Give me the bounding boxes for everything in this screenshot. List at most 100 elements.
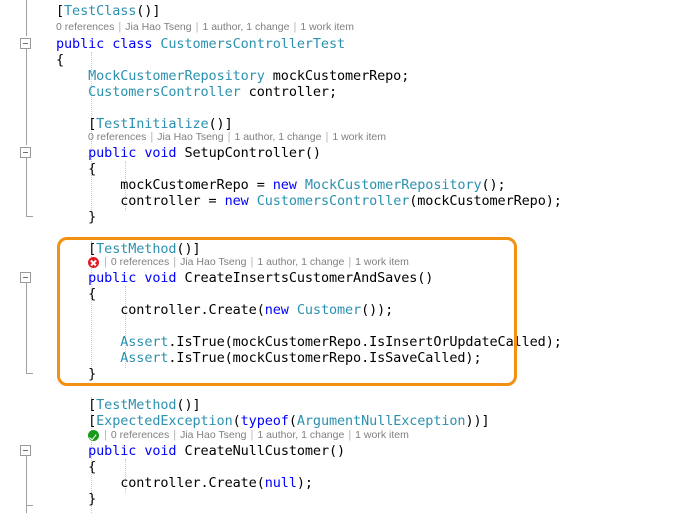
code-token-pln: [ xyxy=(56,116,97,132)
code-token-pln: ()] xyxy=(208,116,233,132)
codelens-work-items[interactable]: 1 work item xyxy=(355,256,409,269)
code-token-kw: new xyxy=(272,177,297,193)
code-line[interactable]: } xyxy=(56,209,96,225)
codelens-row[interactable]: | 0 references | Jia Hao Tseng | 1 author, 1 … xyxy=(88,429,409,442)
code-token-pln xyxy=(56,334,120,350)
codelens-author[interactable]: Jia Hao Tseng xyxy=(180,256,246,269)
code-token-pln: CreateNullCustomer() xyxy=(176,443,346,459)
code-token-pln xyxy=(104,36,112,52)
test-passed-icon[interactable] xyxy=(88,430,99,441)
code-line[interactable]: [ExpectedException(typeof(ArgumentNullEx… xyxy=(56,413,490,429)
code-token-pln: { xyxy=(56,52,65,68)
code-token-kw: new xyxy=(224,193,249,209)
code-token-pln xyxy=(249,193,257,209)
code-token-pln: controller = xyxy=(56,193,225,209)
codelens-references[interactable]: 0 references xyxy=(56,21,114,34)
codelens-author[interactable]: Jia Hao Tseng xyxy=(157,131,223,144)
code-token-kw: new xyxy=(264,302,289,318)
code-line[interactable]: public void CreateNullCustomer() xyxy=(56,443,345,459)
codelens-work-items[interactable]: 1 work item xyxy=(300,21,354,34)
code-line[interactable]: MockCustomerRepository mockCustomerRepo; xyxy=(56,68,409,84)
codelens-changes[interactable]: 1 author, 1 change xyxy=(202,21,289,34)
code-token-pln xyxy=(56,270,88,286)
code-token-pln xyxy=(56,68,88,84)
code-token-pln: CreateInsertsCustomerAndSaves() xyxy=(176,270,434,286)
code-token-type: CustomersControllerTest xyxy=(160,36,346,52)
codelens-separator: | xyxy=(104,256,107,268)
codelens-separator: | xyxy=(293,21,297,33)
codelens-row[interactable]: | 0 references | Jia Hao Tseng | 1 author, 1 … xyxy=(88,256,409,269)
code-token-pln: ))] xyxy=(465,413,490,429)
codelens-author[interactable]: Jia Hao Tseng xyxy=(125,21,191,34)
code-line[interactable]: [TestInitialize()] xyxy=(56,116,233,132)
code-token-type: MockCustomerRepository xyxy=(88,68,265,84)
code-line[interactable]: } xyxy=(56,366,96,382)
code-token-pln: ( xyxy=(288,413,297,429)
code-token-pln: ()] xyxy=(136,3,161,19)
code-token-type: ArgumentNullException xyxy=(296,413,466,429)
code-line[interactable]: controller.Create(new Customer()); xyxy=(56,302,393,318)
codelens-row[interactable]: 0 references | Jia Hao Tseng | 1 author, 1 c… xyxy=(88,131,386,144)
codelens-separator: | xyxy=(173,429,177,441)
code-line[interactable]: mockCustomerRepo = new MockCustomerRepos… xyxy=(56,177,505,193)
code-line[interactable]: Assert.IsTrue(mockCustomerRepo.IsSaveCal… xyxy=(56,350,482,366)
code-line[interactable]: CustomersController controller; xyxy=(56,84,337,100)
code-token-pln: ( xyxy=(232,413,241,429)
code-token-pln: [ xyxy=(56,3,65,19)
code-token-pln xyxy=(56,443,88,459)
code-token-kw: void xyxy=(144,443,177,459)
codelens-references[interactable]: 0 references xyxy=(111,429,169,442)
code-token-kw: typeof xyxy=(240,413,289,429)
code-token-type: TestMethod xyxy=(96,241,177,257)
code-token-pln: { xyxy=(56,459,97,475)
codelens-changes[interactable]: 1 author, 1 change xyxy=(257,429,344,442)
code-token-pln xyxy=(56,145,88,161)
code-line[interactable]: { xyxy=(56,52,64,68)
code-line[interactable]: [TestMethod()] xyxy=(56,397,201,413)
test-failed-icon[interactable] xyxy=(88,257,99,268)
code-token-pln: mockCustomerRepo; xyxy=(264,68,410,84)
codelens-separator: | xyxy=(173,256,177,268)
code-token-type: ExpectedException xyxy=(96,413,233,429)
code-token-kw: class xyxy=(112,36,153,52)
code-line[interactable]: { xyxy=(56,161,96,177)
codelens-changes[interactable]: 1 author, 1 change xyxy=(257,256,344,269)
code-line[interactable]: public void SetupController() xyxy=(56,145,321,161)
code-token-pln: ()); xyxy=(361,302,394,318)
code-token-pln: [ xyxy=(56,413,97,429)
code-token-pln xyxy=(297,177,305,193)
code-token-type: TestMethod xyxy=(96,397,177,413)
code-token-pln: [ xyxy=(56,397,97,413)
codelens-row[interactable]: 0 references | Jia Hao Tseng | 1 author, 1 c… xyxy=(56,21,354,34)
code-token-pln: { xyxy=(56,161,97,177)
code-token-pln xyxy=(289,302,297,318)
codelens-changes[interactable]: 1 author, 1 change xyxy=(234,131,321,144)
codelens-separator: | xyxy=(104,429,107,441)
code-line[interactable]: [TestMethod()] xyxy=(56,241,201,257)
codelens-author[interactable]: Jia Hao Tseng xyxy=(180,429,246,442)
codelens-work-items[interactable]: 1 work item xyxy=(332,131,386,144)
code-line[interactable]: controller = new CustomersController(moc… xyxy=(56,193,562,209)
code-token-pln: controller.Create( xyxy=(56,302,265,318)
code-line[interactable]: Assert.IsTrue(mockCustomerRepo.IsInsertO… xyxy=(56,334,562,350)
code-token-kw: public xyxy=(88,443,137,459)
code-token-pln: .IsTrue(mockCustomerRepo.IsSaveCalled); xyxy=(168,350,482,366)
code-line[interactable]: public class CustomersControllerTest xyxy=(56,36,345,52)
codelens-references[interactable]: 0 references xyxy=(88,131,146,144)
code-line[interactable]: { xyxy=(56,459,96,475)
code-line[interactable]: controller.Create(null); xyxy=(56,475,313,491)
code-line[interactable]: } xyxy=(56,491,96,507)
code-token-pln: } xyxy=(56,366,97,382)
codelens-references[interactable]: 0 references xyxy=(111,256,169,269)
code-editor[interactable]: [TestClass()] public class CustomersContr… xyxy=(0,0,698,513)
code-line[interactable]: { xyxy=(56,286,96,302)
code-line[interactable]: public void CreateInsertsCustomerAndSave… xyxy=(56,270,433,286)
code-line[interactable]: [TestClass()] xyxy=(56,3,160,19)
code-token-type: Assert xyxy=(120,334,169,350)
codelens-separator: | xyxy=(348,256,352,268)
code-token-kw: void xyxy=(144,270,177,286)
codelens-separator: | xyxy=(325,131,329,143)
code-token-kw: public xyxy=(88,145,137,161)
code-token-type: Customer xyxy=(296,302,362,318)
codelens-work-items[interactable]: 1 work item xyxy=(355,429,409,442)
